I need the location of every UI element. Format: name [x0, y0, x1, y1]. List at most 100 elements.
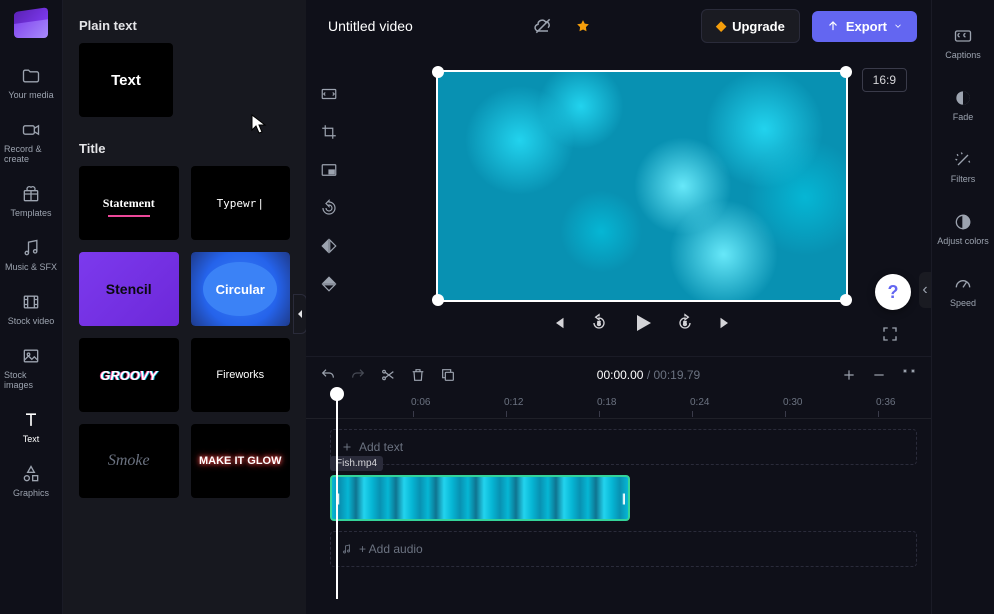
delete-button[interactable]: [410, 367, 426, 383]
play-button[interactable]: [627, 308, 657, 338]
flip-h-tool[interactable]: [315, 232, 343, 260]
fade-icon: [953, 88, 973, 108]
undo-button[interactable]: [320, 367, 336, 383]
video-preview[interactable]: [436, 70, 848, 302]
duplicate-button[interactable]: [440, 367, 456, 383]
resize-handle-br[interactable]: [840, 294, 852, 306]
text-track-placeholder[interactable]: Add text: [330, 429, 917, 465]
nav-graphics[interactable]: Graphics: [0, 456, 62, 506]
ruler-tick: 0:30: [783, 397, 802, 408]
title-tile-typewriter[interactable]: Typewr: [191, 166, 291, 240]
tile-label: Typewr: [217, 197, 264, 210]
tile-label: Fireworks: [216, 369, 264, 381]
diamond-icon: ◆: [716, 18, 726, 34]
title-grid: Statement Typewr Stencil Circular GROOVY…: [79, 166, 290, 498]
nav-stock-video[interactable]: Stock video: [0, 284, 62, 334]
cloud-sync-icon[interactable]: [529, 12, 557, 40]
rail-label: Captions: [945, 50, 981, 60]
wand-icon: [953, 150, 973, 170]
ruler-tick: 0:24: [690, 397, 709, 408]
project-title-input[interactable]: [320, 12, 517, 40]
preview-area: 16:9 5 5 ? ‹: [352, 52, 931, 356]
collapse-panel-button[interactable]: [293, 294, 307, 334]
app-logo[interactable]: [14, 12, 48, 38]
nav-record-create[interactable]: Record & create: [0, 112, 62, 172]
timeline: 00:00.00 / 00:19.79 0:060:120:180:240:30…: [306, 356, 931, 614]
rail-captions[interactable]: Captions: [932, 16, 994, 70]
folder-icon: [21, 66, 41, 86]
title-tile-statement[interactable]: Statement: [79, 166, 179, 240]
current-time: 00:00.00: [597, 368, 644, 382]
rotate-tool[interactable]: [315, 194, 343, 222]
rail-adjust-colors[interactable]: Adjust colors: [932, 202, 994, 256]
nav-text[interactable]: Text: [0, 402, 62, 452]
zoom-in-button[interactable]: [841, 367, 857, 383]
title-tile-smoke[interactable]: Smoke: [79, 424, 179, 498]
fit-tool[interactable]: [315, 80, 343, 108]
tile-label: Text: [111, 72, 141, 89]
nav-label: Text: [23, 434, 40, 444]
forward-5-button[interactable]: 5: [673, 311, 697, 335]
fullscreen-button[interactable]: [881, 325, 899, 348]
title-tile-groovy[interactable]: GROOVY: [79, 338, 179, 412]
rail-fade[interactable]: Fade: [932, 78, 994, 132]
skip-start-button[interactable]: [547, 311, 571, 335]
track-label: Add text: [359, 440, 403, 454]
text-icon: [21, 410, 41, 430]
shapes-icon: [21, 464, 41, 484]
resize-handle-bl[interactable]: [432, 294, 444, 306]
music-icon: [21, 238, 41, 258]
skip-end-button[interactable]: [713, 311, 737, 335]
audio-track-placeholder[interactable]: + Add audio: [330, 531, 917, 567]
upgrade-label: Upgrade: [732, 19, 785, 34]
playhead[interactable]: [330, 387, 344, 401]
title-tile-circular[interactable]: Circular: [191, 252, 291, 326]
crop-tool[interactable]: [315, 118, 343, 146]
plain-text-tile[interactable]: Text: [79, 43, 173, 117]
title-tile-stencil[interactable]: Stencil: [79, 252, 179, 326]
flip-v-tool[interactable]: [315, 270, 343, 298]
main-area: ◆ Upgrade Export 16:9: [306, 0, 931, 614]
total-duration: 00:19.79: [654, 368, 701, 382]
export-button[interactable]: Export: [812, 11, 917, 42]
captions-icon: [953, 26, 973, 46]
export-label: Export: [846, 19, 887, 34]
expand-right-button[interactable]: ‹: [919, 272, 931, 308]
timeline-ruler[interactable]: 0:060:120:180:240:300:36: [306, 393, 931, 419]
premium-badge-icon[interactable]: [569, 12, 597, 40]
redo-button[interactable]: [350, 367, 366, 383]
contrast-icon: [953, 212, 973, 232]
nav-label: Music & SFX: [5, 262, 57, 272]
nav-music-sfx[interactable]: Music & SFX: [0, 230, 62, 280]
svg-text:5: 5: [597, 322, 600, 328]
split-button[interactable]: [380, 367, 396, 383]
nav-stock-images[interactable]: Stock images: [0, 338, 62, 398]
nav-label: Stock images: [4, 370, 58, 390]
clip-trim-right[interactable]: ||: [622, 491, 624, 505]
aspect-ratio-button[interactable]: 16:9: [862, 68, 907, 92]
title-tile-glow[interactable]: MAKE IT GLOW: [191, 424, 291, 498]
rail-filters[interactable]: Filters: [932, 140, 994, 194]
rail-speed[interactable]: Speed: [932, 264, 994, 318]
fit-timeline-button[interactable]: [901, 367, 917, 383]
zoom-out-button[interactable]: [871, 367, 887, 383]
rewind-5-button[interactable]: 5: [587, 311, 611, 335]
nav-label: Your media: [8, 90, 53, 100]
camera-icon: [21, 120, 41, 140]
cursor-icon: [251, 114, 267, 134]
help-button[interactable]: ?: [875, 274, 911, 310]
timeline-tracks: Add text Fish.mp4 || || + Add audio: [306, 419, 931, 614]
tile-label: MAKE IT GLOW: [199, 455, 282, 467]
timeline-time: 00:00.00 / 00:19.79: [597, 368, 700, 382]
resize-handle-tl[interactable]: [432, 66, 444, 78]
pip-tool[interactable]: [315, 156, 343, 184]
upgrade-button[interactable]: ◆ Upgrade: [701, 9, 800, 43]
video-clip[interactable]: || ||: [330, 475, 630, 521]
player-controls: 5 5: [372, 302, 911, 344]
nav-templates[interactable]: Templates: [0, 176, 62, 226]
ruler-tick: 0:12: [504, 397, 523, 408]
resize-handle-tr[interactable]: [840, 66, 852, 78]
title-tile-fireworks[interactable]: Fireworks: [191, 338, 291, 412]
nav-your-media[interactable]: Your media: [0, 58, 62, 108]
rail-label: Speed: [950, 298, 976, 308]
